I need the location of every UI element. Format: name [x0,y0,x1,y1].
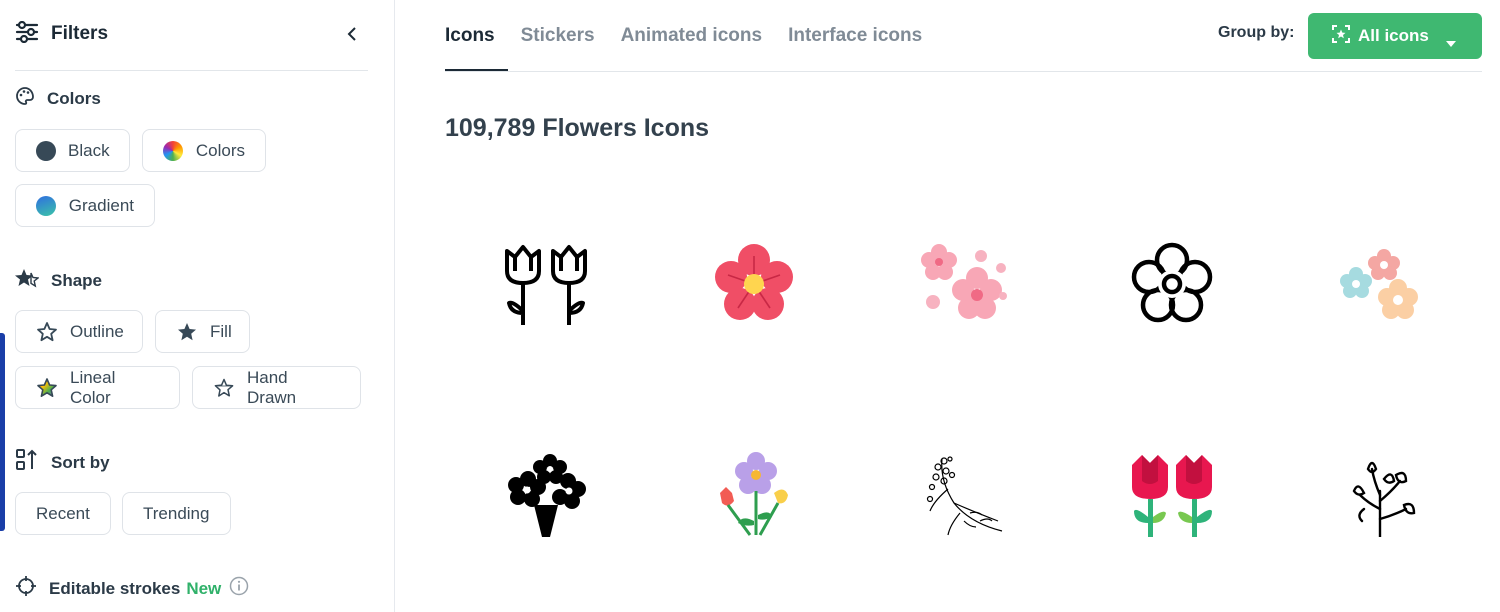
sidebar-divider [15,70,368,71]
colors-section-title: Colors [15,86,101,111]
shape-hand-drawn-chip[interactable]: Hand Drawn [192,366,361,409]
bouquet-fill-icon[interactable] [496,444,596,544]
resource-tabs: Icons Stickers Animated icons Interface … [445,0,948,71]
pastel-flowers-icon[interactable] [1330,234,1430,334]
collapse-sidebar-icon[interactable] [342,24,362,44]
tabs-divider [445,71,1482,72]
star-hand-drawn-icon [213,377,235,399]
tulips-outline-icon[interactable] [496,234,596,334]
gradient-swatch-icon [36,195,57,217]
tab-icons[interactable]: Icons [445,0,508,71]
flower-outline-icon[interactable] [1122,234,1222,334]
sort-recent-chip[interactable]: Recent [15,492,111,535]
page-title: 109,789 Flowers Icons [445,114,710,142]
tab-animated-icons[interactable]: Animated icons [621,0,762,71]
palette-icon [15,86,35,111]
flower-pink-icon[interactable] [704,234,804,334]
sort-trending-chip[interactable]: Trending [122,492,231,535]
star-outline-icon [36,321,58,343]
shape-section-title: Shape [15,268,102,293]
new-badge: New [186,578,222,598]
shape-lineal-color-chip[interactable]: Lineal Color [15,366,180,409]
star-fill-icon [176,321,198,343]
color-colors-chip[interactable]: Colors [142,129,266,172]
cherry-blossom-icon[interactable] [913,234,1013,334]
shape-fill-chip[interactable]: Fill [155,310,250,353]
black-swatch-icon [36,140,56,162]
sidebar-accent-bar [0,333,5,531]
group-by-label: Group by: [1218,24,1295,41]
filters-sidebar: Filters Colors Black Colors Gradient Sha… [0,0,395,612]
tab-interface-icons[interactable]: Interface icons [788,0,922,71]
sliders-icon [15,20,39,48]
color-wheel-icon [163,140,184,162]
filters-title: Filters [51,23,109,44]
sort-section-title: Sort by [15,448,110,477]
star-lineal-color-icon [36,377,58,399]
tab-stickers[interactable]: Stickers [521,0,595,71]
color-black-chip[interactable]: Black [15,129,130,172]
caret-down-icon [1446,32,1456,52]
flower-branch-line-icon[interactable] [1330,444,1430,544]
tulips-color-icon[interactable] [1122,444,1222,544]
color-gradient-chip[interactable]: Gradient [15,184,155,227]
branch-hand-drawn-icon[interactable] [913,444,1013,544]
filters-header: Filters [15,16,368,52]
bouquet-color-icon[interactable] [704,444,804,544]
group-by-dropdown[interactable]: All icons [1308,13,1482,59]
focus-frame-icon [1332,24,1350,48]
shapes-icon [15,268,40,293]
shape-outline-chip[interactable]: Outline [15,310,143,353]
crosshair-icon [15,575,37,602]
sort-icon [15,448,39,477]
editable-strokes-title[interactable]: Editable strokes New [15,575,249,602]
info-icon[interactable] [229,576,249,601]
